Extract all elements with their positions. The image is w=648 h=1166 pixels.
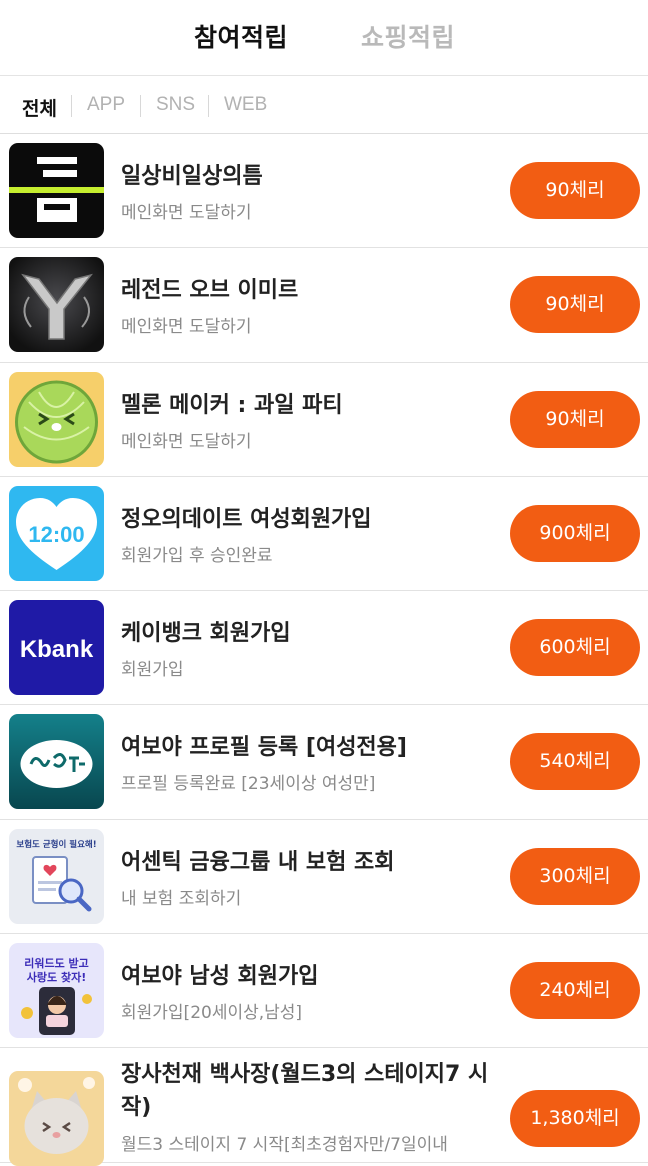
offer-subtitle: 회원가입[20세이상,남성] [121,1003,303,1024]
promo-line-2: 사랑도 찾자! [27,970,86,984]
offer-title: 케이뱅크 회원가입 [121,621,291,647]
reward-button[interactable]: 540체리 [510,733,640,791]
offer-subtitle: 회원가입 후 승인완료 [121,545,273,566]
list-item[interactable]: 여보야 프로필 등록 [여성전용] 프로필 등록완료 [23세이상 여성만] 5… [0,705,648,820]
list-item[interactable]: 리워드도 받고 사랑도 찾자! 여보야 남성 회원가입 회원가입[20세이상,남… [0,934,648,1049]
reward-button[interactable]: 600체리 [510,619,640,677]
list-item[interactable]: 멜론 메이커 : 과일 파티 메인화면 도달하기 90체리 [0,362,648,477]
offer-subtitle: 회원가입 [121,660,184,681]
ymir-game-icon [9,257,104,353]
list-item[interactable]: 장사천재 백사장(월드3의 스테이지7 시작) 월드3 스테이지 7 시작[최초… [0,1048,648,1166]
offer-subtitle: 프로필 등록완료 [23세이상 여성만] [121,774,376,795]
filter-divider [208,95,209,117]
list-item[interactable]: 레전드 오브 이미르 메인화면 도달하기 90체리 [0,248,648,363]
promo-line-1: 리워드도 받고 [24,956,89,970]
offer-subtitle: 메인화면 도달하기 [121,203,252,223]
yeoboya-icon [9,714,104,810]
reward-button[interactable]: 240체리 [510,962,640,1020]
list-item[interactable]: 보험도 균형이 필요해! 어센틱 금융그룹 내 보험 조회 내 보험 조회하기 … [0,819,648,935]
offer-subtitle: 메인화면 도달하기 [121,317,252,338]
reward-button[interactable]: 90체리 [510,390,640,448]
noon-date-icon: 12:00 [9,485,104,581]
offer-title: 여보야 남성 회원가입 [121,964,319,990]
cat-game-icon [9,1071,104,1166]
top-tab-bar: 참여적립 쇼핑적립 [0,0,648,76]
reward-button[interactable]: 90체리 [510,276,640,334]
offer-subtitle: 월드3 스테이지 7 시작[최초경험자만/7일이내 [121,1135,448,1156]
teum-app-icon [9,143,104,238]
reward-button[interactable]: 1,380체리 [510,1090,640,1148]
filter-divider [140,95,141,117]
yeoboya-promo-icon: 리워드도 받고 사랑도 찾자! [9,943,104,1039]
offer-list: 일상비일상의틈 메인화면 도달하기 90체리 레전드 오브 이미르 메인화면 도… [0,134,648,1166]
filter-bar: 전체 APP SNS WEB [0,76,648,134]
offer-title: 여보야 프로필 등록 [여성전용] [121,735,407,761]
list-item[interactable]: 12:00 정오의데이트 여성회원가입 회원가입 후 승인완료 900체리 [0,476,648,592]
kbank-logo-text: Kbank [20,636,94,663]
tab-participation-rewards[interactable]: 참여적립 [194,18,288,54]
offer-title: 레전드 오브 이미르 [121,278,299,304]
offer-subtitle: 내 보험 조회하기 [121,888,242,909]
reward-button[interactable]: 90체리 [510,162,640,219]
offer-title: 멜론 메이커 : 과일 파티 [121,392,343,418]
insurance-slogan: 보험도 균형이 필요해! [16,839,96,850]
clock-text: 12:00 [28,522,84,547]
offer-title: 어센틱 금융그룹 내 보험 조회 [121,849,395,875]
reward-button[interactable]: 900체리 [510,504,640,562]
list-item[interactable]: Kbank 케이뱅크 회원가입 회원가입 600체리 [0,591,648,706]
tab-shopping-rewards[interactable]: 쇼핑적립 [361,18,455,54]
melon-game-icon [9,371,104,467]
filter-divider [71,95,72,117]
offer-title: 정오의데이트 여성회원가입 [121,506,372,532]
kbank-icon: Kbank [9,600,104,696]
filter-app[interactable]: APP [87,94,125,116]
filter-sns[interactable]: SNS [156,94,195,116]
insurance-icon: 보험도 균형이 필요해! [9,828,104,924]
filter-all[interactable]: 전체 [22,94,57,121]
offer-subtitle: 메인화면 도달하기 [121,431,252,452]
offer-title: 장사천재 백사장(월드3의 스테이지7 시작) [121,1062,489,1121]
list-item[interactable]: 일상비일상의틈 메인화면 도달하기 90체리 [0,134,648,249]
filter-web[interactable]: WEB [224,94,267,116]
offer-title: 일상비일상의틈 [121,164,263,189]
reward-button[interactable]: 300체리 [510,847,640,905]
